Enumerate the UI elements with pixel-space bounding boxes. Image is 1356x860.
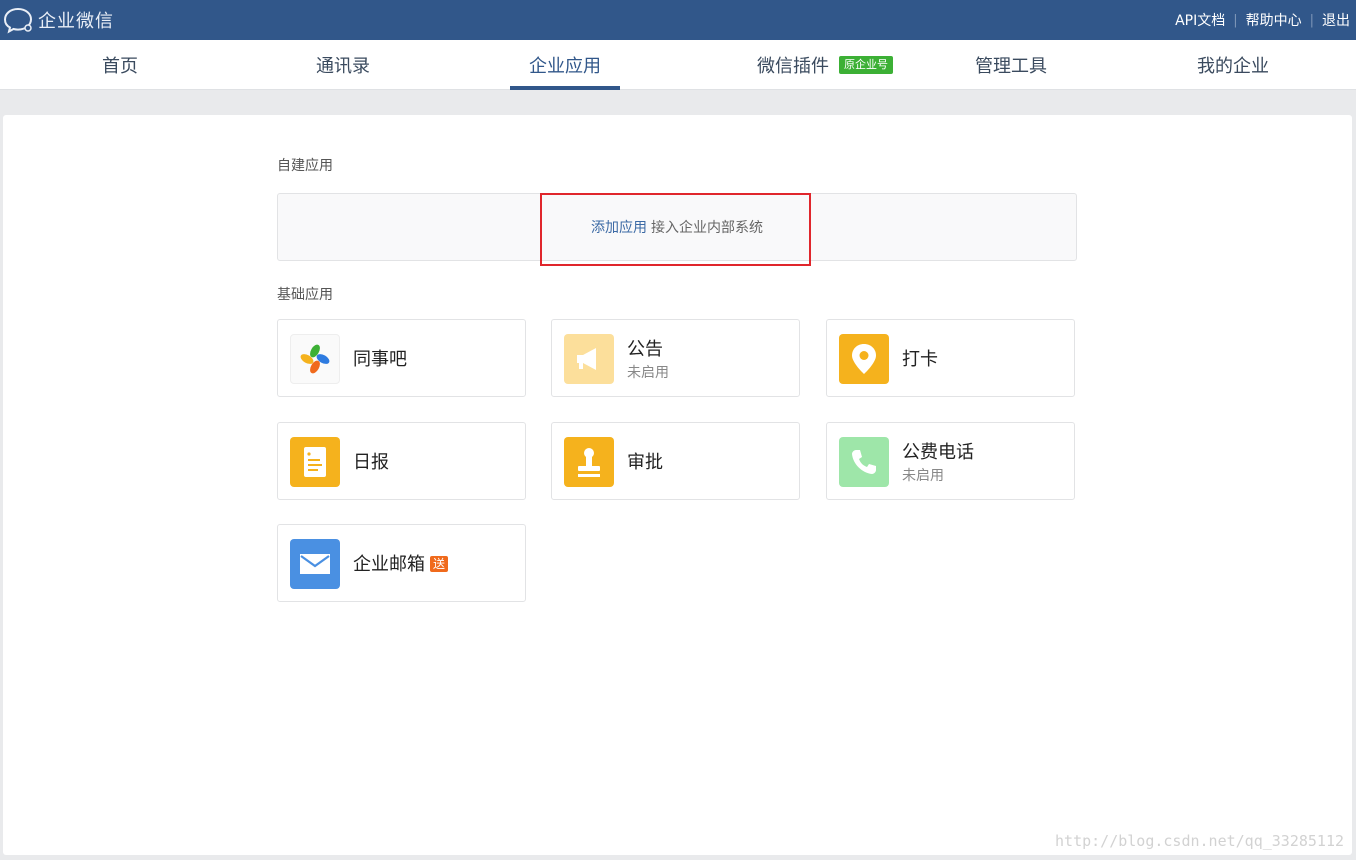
app-card-checkin[interactable]: 打卡 [826,319,1075,397]
custom-apps-title: 自建应用 [277,158,333,174]
divider: | [1233,12,1238,28]
app-name: 审批 [627,452,663,473]
content-panel: 自建应用 添加应用 接入企业内部系统 基础应用 同事吧 公告 未启用 打卡 日报… [3,115,1352,855]
report-icon [290,437,340,487]
phone-icon [839,437,889,487]
nav-tab-tools[interactable]: 管理工具 [951,40,1071,90]
app-status: 未启用 [902,468,944,484]
active-tab-indicator [510,86,620,90]
top-bar: 企业微信 API文档 | 帮助中心 | 退出 [0,0,1356,40]
brand-logo[interactable]: 企业微信 [4,6,114,34]
nav-tab-label: 管理工具 [975,56,1047,77]
nav-tab-label: 通讯录 [316,56,370,77]
main-nav: 首页 通讯录 企业应用 微信插件 原企业号 管理工具 我的企业 [0,40,1356,90]
location-pin-icon [839,334,889,384]
basic-apps-title: 基础应用 [277,287,333,303]
app-card-enterprise-mail[interactable]: 企业邮箱送 [277,524,526,602]
help-center-link[interactable]: 帮助中心 [1246,10,1302,30]
brand-name: 企业微信 [38,11,114,32]
nav-tab-label: 微信插件 [757,56,829,77]
app-name: 公费电话 [902,442,974,463]
divider: | [1309,12,1314,28]
megaphone-icon [564,334,614,384]
nav-tab-home[interactable]: 首页 [60,40,180,90]
mail-icon [290,539,340,589]
app-card-announcement[interactable]: 公告 未启用 [551,319,800,397]
app-name-text: 企业邮箱 [353,554,425,575]
app-card-approval[interactable]: 审批 [551,422,800,500]
logout-link[interactable]: 退出 [1322,10,1350,30]
nav-tab-label: 首页 [102,56,138,77]
nav-tab-apps[interactable]: 企业应用 [505,40,625,90]
wecom-logo-icon [4,7,33,34]
app-name: 打卡 [902,349,938,370]
app-card-daily-report[interactable]: 日报 [277,422,526,500]
app-name: 日报 [353,452,389,473]
nav-tab-label: 我的企业 [1197,56,1269,77]
nav-tab-label: 企业应用 [529,56,601,77]
app-card-tongshiba[interactable]: 同事吧 [277,319,526,397]
tongshiba-icon [290,334,340,384]
top-links: API文档 | 帮助中心 | 退出 [1175,0,1350,40]
app-card-public-phone[interactable]: 公费电话 未启用 [826,422,1075,500]
app-name: 公告 [627,339,663,360]
watermark: http://blog.csdn.net/qq_33285112 [1055,832,1344,850]
app-name: 企业邮箱送 [353,550,449,576]
stamp-icon [564,437,614,487]
app-name: 同事吧 [353,349,407,370]
legacy-badge: 原企业号 [839,56,893,74]
app-status: 未启用 [627,365,669,381]
api-docs-link[interactable]: API文档 [1175,10,1225,30]
nav-tab-contacts[interactable]: 通讯录 [283,40,403,90]
nav-tab-my-company[interactable]: 我的企业 [1173,40,1293,90]
highlight-box [540,193,811,266]
gift-badge: 送 [430,556,449,572]
nav-tab-wechat-plugin[interactable]: 微信插件 原企业号 [745,40,905,90]
